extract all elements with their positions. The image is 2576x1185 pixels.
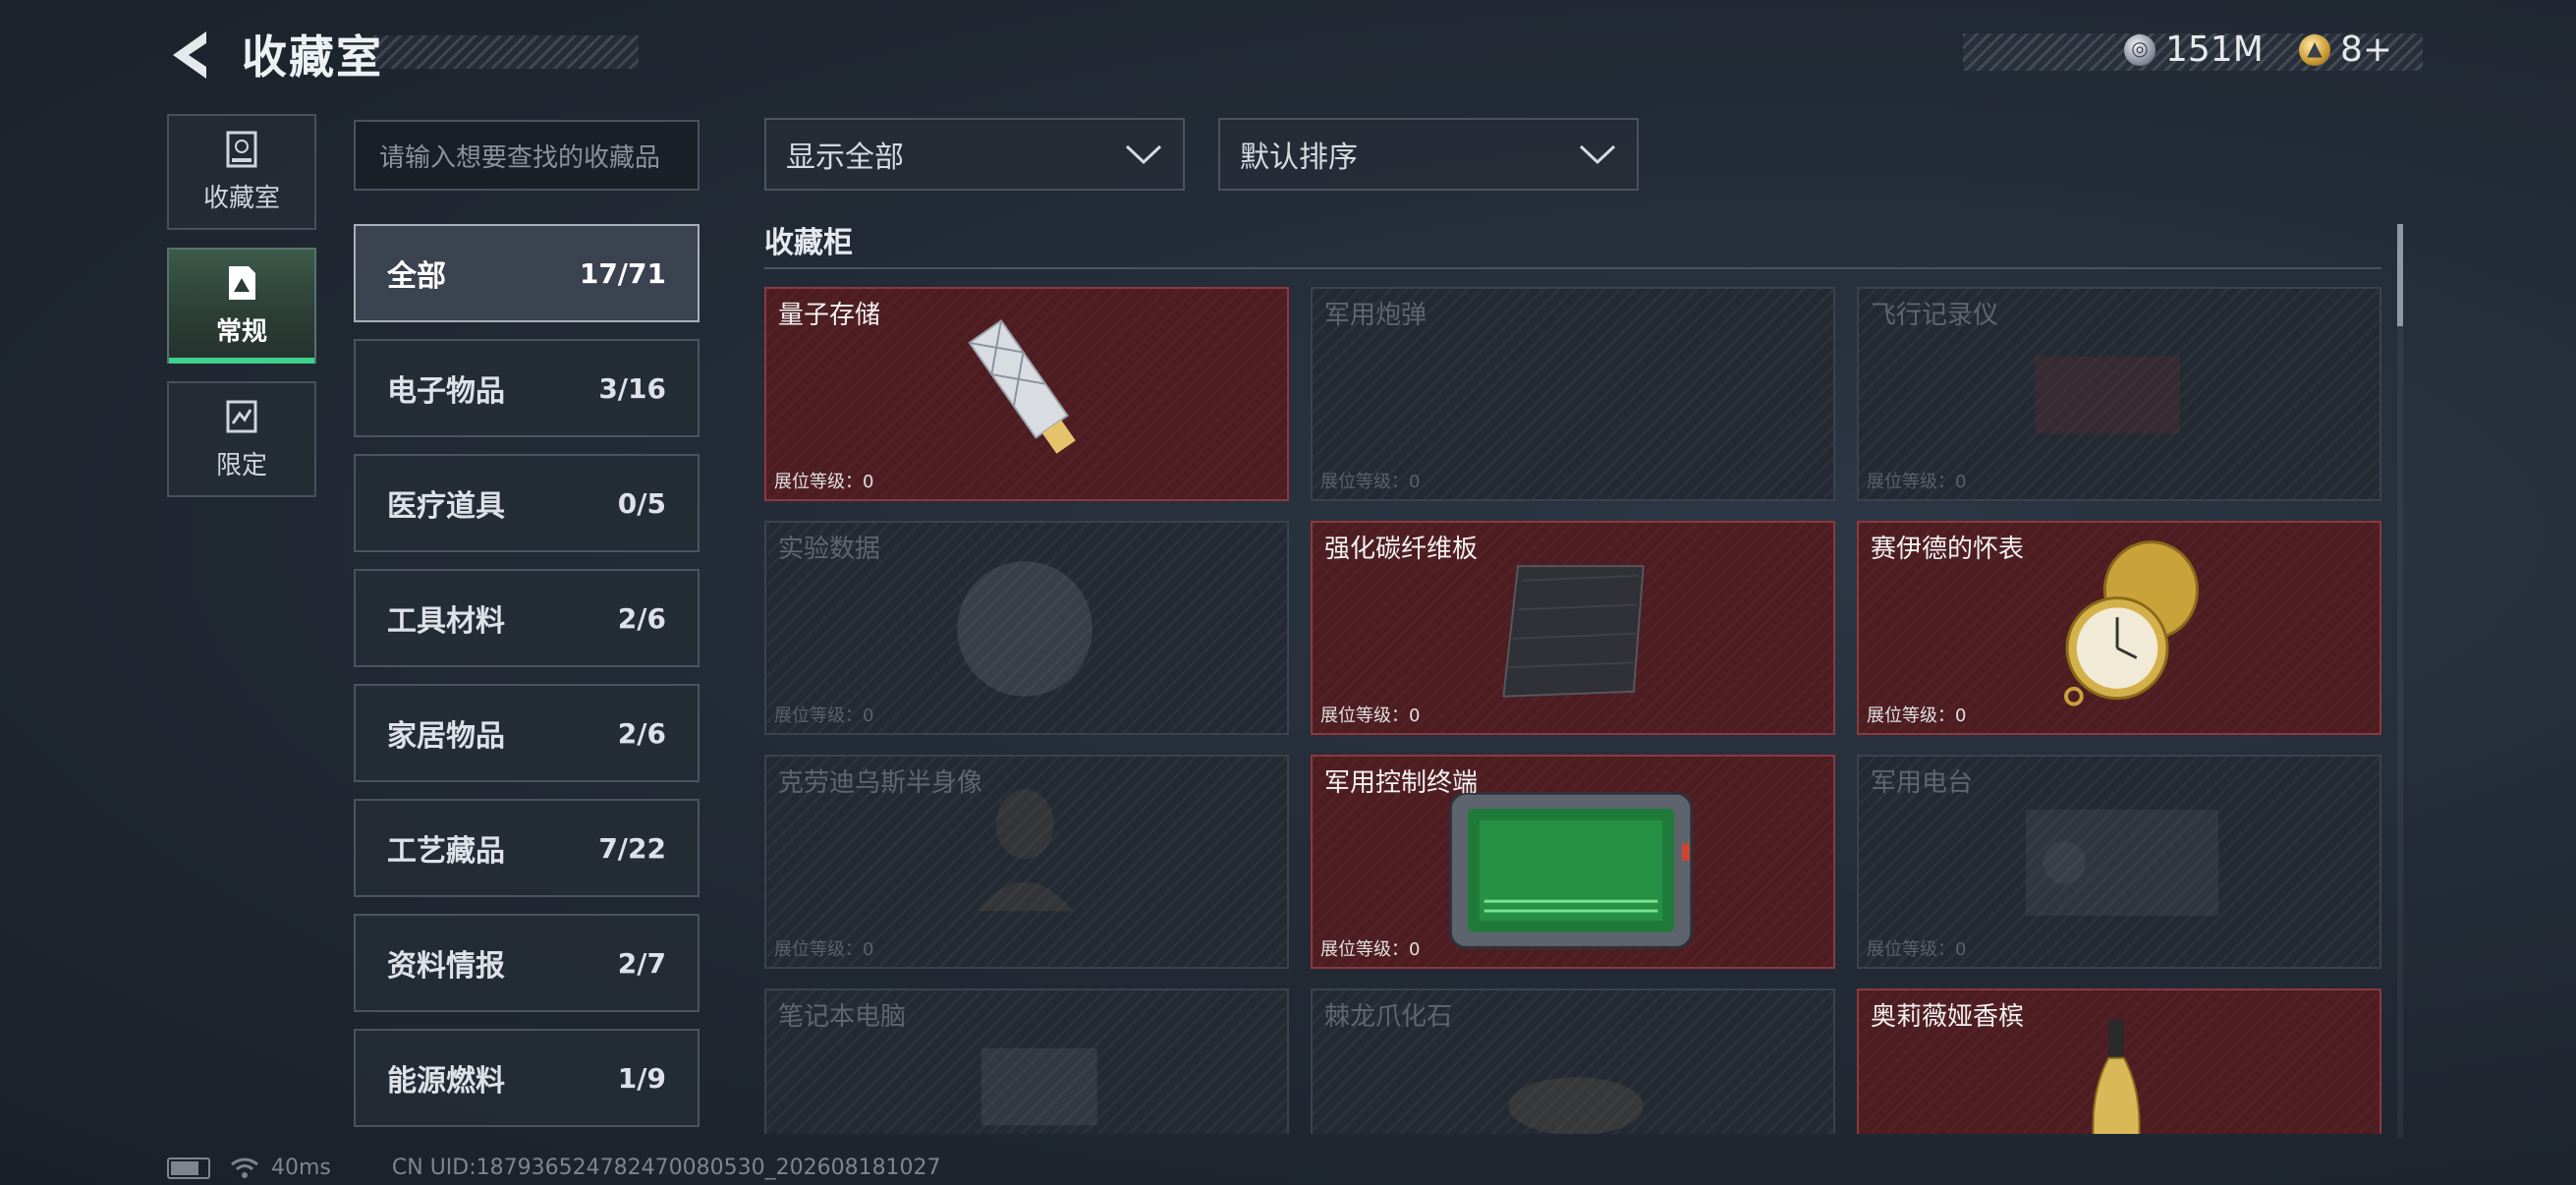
dropdown-value: 显示全部 (786, 141, 904, 175)
category-label: 能源燃料 (387, 1064, 505, 1099)
nav-collection-room[interactable]: 收藏室 (167, 114, 316, 230)
uid-text: CN UID:187936524782470080530_20260818102… (391, 1156, 941, 1180)
silver-coin-icon: ◎ (2124, 33, 2156, 66)
category-electronics[interactable]: 电子物品 3/16 (354, 339, 700, 437)
item-level: 展位等级：0 (1867, 472, 1967, 492)
currency-gold[interactable]: ▲ 8+ (2299, 29, 2392, 70)
category-count: 3/16 (598, 371, 666, 405)
item-name: 克劳迪乌斯半身像 (778, 768, 983, 798)
item-card-carbon-fiber-plate[interactable]: 强化碳纤维板 展位等级：0 (1311, 521, 1835, 735)
item-level: 展位等级：0 (1867, 939, 1967, 960)
currency-gold-value: 8+ (2340, 29, 2393, 70)
item-name: 军用炮弹 (1324, 301, 1428, 330)
wifi-icon (231, 1157, 258, 1178)
cabinet-icon (226, 131, 257, 167)
cabinet-title: 收藏柜 (764, 226, 853, 260)
show-filter-dropdown[interactable]: 显示全部 (764, 118, 1185, 191)
divider (764, 267, 2381, 269)
category-crafts[interactable]: 工艺藏品 7/22 (354, 799, 700, 897)
category-medical[interactable]: 医疗道具 0/5 (354, 454, 700, 552)
back-arrow-icon (173, 31, 206, 79)
scrollbar-track[interactable] (2397, 224, 2403, 1138)
category-label: 家居物品 (387, 719, 505, 754)
category-count: 7/22 (598, 831, 666, 865)
item-name: 笔记本电脑 (778, 1002, 907, 1032)
item-level: 展位等级：0 (1320, 939, 1421, 960)
item-card-military-terminal[interactable]: 军用控制终端 展位等级：0 (1311, 755, 1835, 969)
nav-regular[interactable]: 常规 (167, 248, 316, 364)
item-level: 展位等级：0 (774, 705, 874, 726)
currency-silver[interactable]: ◎ 151M (2124, 29, 2264, 70)
item-card-laptop[interactable]: 笔记本电脑 (764, 988, 1289, 1134)
item-level: 展位等级：0 (774, 472, 874, 492)
category-count: 1/9 (617, 1061, 666, 1095)
category-label: 医疗道具 (387, 489, 505, 524)
category-energy[interactable]: 能源燃料 1/9 (354, 1029, 700, 1127)
category-count: 2/6 (617, 601, 666, 635)
category-count: 0/5 (617, 486, 666, 520)
category-count: 17/71 (579, 256, 666, 290)
item-name: 量子存储 (778, 301, 881, 330)
category-label: 工艺藏品 (387, 834, 505, 869)
item-name: 军用控制终端 (1324, 768, 1479, 798)
status-footer: 40ms CN UID:187936524782470080530_202608… (167, 1156, 941, 1180)
category-household[interactable]: 家居物品 2/6 (354, 684, 700, 782)
item-level: 展位等级：0 (774, 939, 874, 960)
category-count: 2/6 (617, 716, 666, 750)
search-placeholder: 请输入想要查找的收藏品 (379, 142, 661, 173)
search-input[interactable]: 请输入想要查找的收藏品 (354, 120, 700, 191)
category-label: 工具材料 (387, 604, 505, 639)
category-label: 全部 (387, 259, 446, 294)
item-level: 展位等级：0 (1320, 705, 1421, 726)
category-label: 电子物品 (387, 374, 505, 409)
category-count: 2/7 (617, 946, 666, 980)
nav-label: 常规 (215, 316, 267, 347)
nav-limited[interactable]: 限定 (167, 381, 316, 497)
category-intel[interactable]: 资料情报 2/7 (354, 914, 700, 1012)
nav-label: 收藏室 (202, 183, 280, 213)
page-title: 收藏室 (242, 30, 383, 84)
collection-grid: 量子存储 展位等级：0 军用炮弹 展位等级：0 飞行记录仪 展位等级：0 实验数… (764, 287, 2381, 1134)
item-card-military-shell[interactable]: 军用炮弹 展位等级：0 (1311, 287, 1835, 501)
ping-value: 40ms (271, 1156, 331, 1180)
back-button[interactable] (167, 28, 216, 83)
dropdown-value: 默认排序 (1240, 141, 1358, 175)
item-card-military-radio[interactable]: 军用电台 展位等级：0 (1857, 755, 2381, 969)
gold-coin-icon: ▲ (2299, 33, 2330, 66)
item-card-champagne[interactable]: 奥莉薇娅香槟 (1857, 988, 2381, 1134)
item-level: 展位等级：0 (1867, 705, 1967, 726)
item-card-pocket-watch[interactable]: 赛伊德的怀表 展位等级：0 (1857, 521, 2381, 735)
scrollbar-thumb[interactable] (2397, 224, 2403, 326)
item-name: 军用电台 (1871, 768, 1974, 798)
item-card-spinosaurus-fossil[interactable]: 棘龙爪化石 (1311, 988, 1835, 1134)
item-name: 飞行记录仪 (1871, 301, 1999, 330)
category-label: 资料情报 (387, 949, 505, 984)
chevron-down-icon (1579, 144, 1616, 165)
currency-silver-value: 151M (2165, 29, 2264, 70)
chevron-down-icon (1125, 144, 1162, 165)
item-name: 实验数据 (778, 535, 881, 564)
item-name: 强化碳纤维板 (1324, 535, 1479, 564)
sort-dropdown[interactable]: 默认排序 (1218, 118, 1639, 191)
item-card-claudius-bust[interactable]: 克劳迪乌斯半身像 展位等级：0 (764, 755, 1289, 969)
document-icon (229, 265, 255, 300)
category-tools[interactable]: 工具材料 2/6 (354, 569, 700, 667)
item-name: 棘龙爪化石 (1324, 1002, 1453, 1032)
active-indicator (169, 358, 314, 364)
item-name: 赛伊德的怀表 (1871, 535, 2025, 564)
item-card-quantum-storage[interactable]: 量子存储 展位等级：0 (764, 287, 1289, 501)
item-card-experiment-data[interactable]: 实验数据 展位等级：0 (764, 521, 1289, 735)
item-name: 奥莉薇娅香槟 (1871, 1002, 2025, 1032)
item-card-flight-recorder[interactable]: 飞行记录仪 展位等级：0 (1857, 287, 2381, 501)
limited-icon (226, 400, 257, 432)
category-all[interactable]: 全部 17/71 (354, 224, 700, 322)
nav-label: 限定 (215, 450, 267, 480)
item-level: 展位等级：0 (1320, 472, 1421, 492)
battery-icon (167, 1157, 210, 1179)
title-decoration (373, 35, 639, 69)
